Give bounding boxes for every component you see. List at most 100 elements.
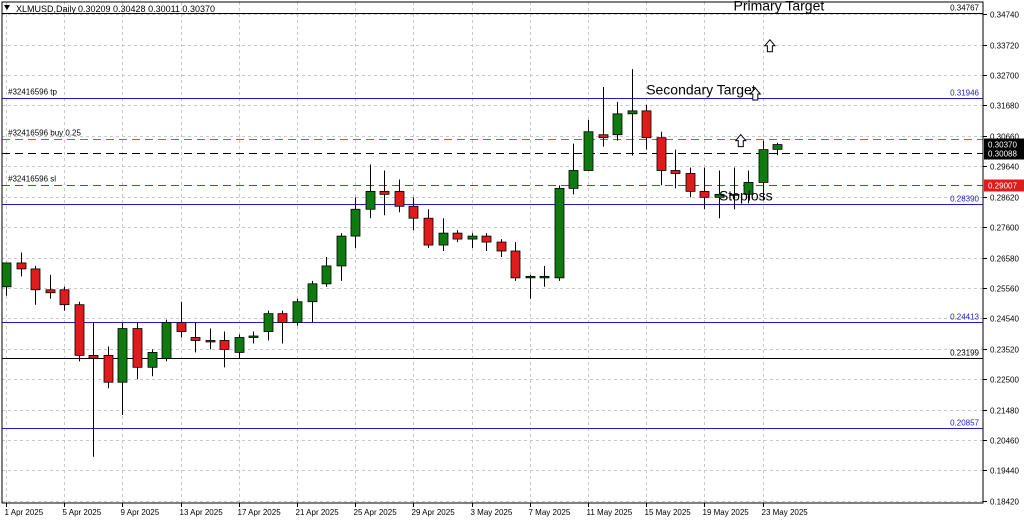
level-line-value: 0.20857 (950, 419, 979, 428)
x-tick-label: 1 Apr 2025 (5, 508, 44, 517)
x-tick-label: 3 May 2025 (471, 508, 513, 517)
level-line-value: 0.24413 (950, 313, 979, 322)
candle-bullish (350, 208, 361, 237)
grid-layer (2, 2, 983, 503)
candle-bearish (45, 289, 56, 294)
y-tick-label: 0.18420 (990, 498, 1019, 507)
candle-bullish (1, 262, 12, 288)
up-arrow-icon (734, 133, 747, 148)
x-tick-label: 21 Apr 2025 (296, 508, 340, 517)
chart[interactable]: 0.34767 #32416596 tp 0.31946 #32416596 buy … (0, 0, 1024, 522)
candle-bearish (510, 250, 521, 279)
candle-bearish (219, 340, 230, 350)
level-line-value: 0.31946 (950, 89, 979, 98)
candle-bullish (263, 313, 274, 332)
candle-bearish (176, 322, 187, 332)
x-tick-label: 13 Apr 2025 (180, 508, 224, 517)
stoploss-price-tag-label: 0.29007 (988, 182, 1017, 191)
y-tick-label: 0.25560 (990, 285, 1019, 294)
candle-bearish (423, 217, 434, 246)
candle-bearish (408, 205, 419, 219)
candle-bullish (117, 328, 128, 383)
ohlc-readout: 0.30209 0.30428 0.30011 0.30370 (78, 4, 215, 14)
candles-layer (1, 69, 783, 457)
candle-bearish (30, 268, 41, 291)
y-tick-label: 0.24540 (990, 315, 1019, 324)
candle-bearish (103, 354, 114, 383)
candle-bullish (321, 265, 332, 285)
candle-bullish (612, 113, 623, 136)
annotation-label: Secondary Target (646, 82, 756, 98)
y-tick-label: 0.19440 (990, 467, 1019, 476)
candle-bearish (277, 313, 288, 323)
y-tick-label: 0.34740 (990, 11, 1019, 20)
candle-bearish (16, 262, 27, 270)
x-tick-label: 7 May 2025 (529, 508, 571, 517)
window-menu-icon[interactable] (4, 5, 10, 10)
x-tick-label: 15 May 2025 (645, 508, 692, 517)
candle-bullish (234, 337, 245, 353)
candle-bearish (496, 241, 507, 252)
y-tick-label: 0.23520 (990, 346, 1019, 355)
candle-bearish (452, 232, 463, 240)
candle-bullish (438, 232, 449, 246)
candle-bearish (394, 190, 405, 207)
candle-bullish (365, 190, 376, 210)
level-price-tag-label: 0.30088 (988, 150, 1017, 159)
level-line-value: 0.28390 (950, 195, 979, 204)
y-tick-label: 0.22500 (990, 376, 1019, 385)
level-line-name: #32416596 tp (8, 88, 57, 97)
x-tick-label: 11 May 2025 (587, 508, 633, 517)
candle-bearish (74, 304, 85, 356)
candle-bearish (205, 340, 216, 343)
level-line-name: #32416596 sl (8, 175, 56, 184)
candle-bullish (307, 283, 318, 303)
chart-svg[interactable]: 0.34767 #32416596 tp 0.31946 #32416596 buy … (0, 0, 1024, 522)
candle-bearish (379, 190, 390, 195)
candle-bearish (685, 173, 696, 192)
candle-bullish (554, 187, 565, 279)
candle-bullish (336, 235, 347, 267)
candle-bearish (481, 235, 492, 243)
candle-bullish (147, 352, 158, 368)
symbol-title: XLMUSD,Daily (16, 4, 77, 14)
y-tick-label: 0.20460 (990, 437, 1019, 446)
candle-bullish (758, 149, 769, 183)
candle-bearish (699, 190, 710, 198)
candle-bullish (161, 322, 172, 359)
current-price-tag-label: 0.30370 (988, 141, 1017, 150)
x-tick-label: 29 Apr 2025 (412, 508, 456, 517)
candle-bullish (467, 235, 478, 240)
candle-bullish (525, 275, 536, 279)
up-arrow-icon (763, 38, 776, 53)
candle-bearish (656, 137, 667, 171)
y-tick-label: 0.32700 (990, 72, 1019, 81)
candle-bullish (772, 144, 783, 150)
level-line-value: 0.23199 (950, 349, 979, 358)
x-tick-label: 9 Apr 2025 (121, 508, 160, 517)
x-tick-label: 5 Apr 2025 (63, 508, 102, 517)
candle-bullish (627, 110, 638, 115)
level-line-value: 0.34767 (950, 4, 979, 13)
y-tick-label: 0.33720 (990, 42, 1019, 51)
candle-bearish (190, 337, 201, 341)
x-tick-label: 17 Apr 2025 (238, 508, 282, 517)
candle-bearish (88, 354, 99, 359)
candle-bearish (670, 170, 681, 174)
x-tick-label: 25 Apr 2025 (354, 508, 398, 517)
y-tick-label: 0.29640 (990, 163, 1019, 172)
candle-bullish (292, 301, 303, 323)
candle-bearish (59, 289, 70, 306)
annotation-label: Stoploss (719, 188, 773, 204)
candle-bullish (539, 275, 550, 279)
y-tick-label: 0.21480 (990, 407, 1019, 416)
candle-bullish (248, 335, 259, 338)
candle-bearish (132, 328, 143, 368)
candle-bearish (598, 134, 609, 139)
x-tick-label: 23 May 2025 (762, 508, 809, 517)
level-line-name: #32416596 buy 0.25 (8, 129, 82, 138)
plot-frame (1, 1, 984, 504)
y-tick-label: 0.26580 (990, 255, 1019, 264)
y-tick-label: 0.27600 (990, 224, 1019, 233)
candle-bullish (583, 131, 594, 171)
